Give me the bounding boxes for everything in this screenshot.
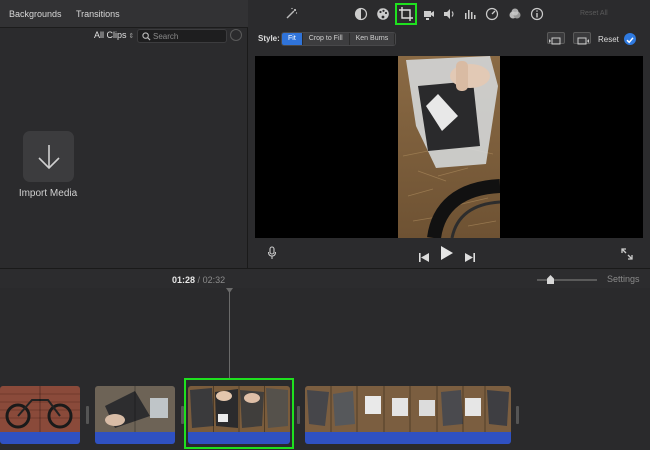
clip-gap-handle[interactable] <box>86 406 89 424</box>
stabilize-camera-icon[interactable] <box>422 7 436 21</box>
video-frame-image <box>398 56 500 238</box>
color-palette-icon[interactable] <box>376 7 390 21</box>
fullscreen-button[interactable] <box>621 247 633 265</box>
tab-backgrounds[interactable]: Backgrounds <box>9 9 62 19</box>
fullscreen-icon <box>621 248 633 260</box>
skip-forward-button[interactable] <box>465 249 475 267</box>
import-media-label: Import Media <box>18 188 78 199</box>
style-fit-button[interactable]: Fit <box>282 33 303 45</box>
rotate-left-button[interactable] <box>547 32 565 45</box>
clip-thumbnail-image <box>0 386 80 432</box>
adjustments-toolbar: Reset All <box>249 0 650 28</box>
crop-style-segmented-control: Fit Crop to Fill Ken Burns <box>281 32 397 46</box>
play-button[interactable] <box>441 246 453 265</box>
skip-back-icon <box>419 253 429 262</box>
skip-forward-icon <box>465 253 475 262</box>
volume-icon[interactable] <box>442 7 456 21</box>
selected-clip-highlight <box>184 378 294 449</box>
clip-thumbnail-image <box>305 386 511 432</box>
clip-gap-handle[interactable] <box>297 406 300 424</box>
style-ken-burns-button[interactable]: Ken Burns <box>349 33 396 45</box>
timeline-settings-button[interactable]: Settings <box>607 274 640 284</box>
clip-audio-waveform <box>0 432 80 444</box>
filter-icon[interactable] <box>508 7 522 21</box>
equalizer-icon[interactable] <box>463 7 477 21</box>
timeline-clip[interactable] <box>305 386 511 444</box>
checkmark-icon <box>626 37 634 44</box>
rotate-right-icon <box>577 37 589 45</box>
reset-button[interactable]: Reset <box>598 35 619 44</box>
total-time: 02:32 <box>202 275 226 285</box>
viewer-panel: Reset All Style: Fit Crop to Fill Ken Bu… <box>249 0 650 268</box>
chevron-updown-icon: ⇕ <box>128 33 135 40</box>
current-time: 01:28 <box>172 275 196 285</box>
crop-icon[interactable] <box>395 3 417 25</box>
color-balance-icon[interactable] <box>354 7 368 21</box>
arrow-down-icon <box>38 145 60 170</box>
microphone-button[interactable] <box>267 246 277 260</box>
timeline-clip[interactable] <box>95 386 175 444</box>
playhead[interactable] <box>229 288 230 378</box>
media-browser-panel: Backgrounds Transitions All Clips⇕ Impor… <box>0 0 248 268</box>
search-icon <box>142 32 151 41</box>
time-separator: / <box>197 275 201 285</box>
rotate-left-icon <box>549 37 561 45</box>
clip-filter-label: All Clips <box>94 30 127 40</box>
apply-checkmark-button[interactable] <box>624 33 636 45</box>
skip-back-button[interactable] <box>419 249 429 267</box>
style-label: Style: <box>258 34 280 43</box>
clip-filter-dropdown[interactable]: All Clips ⇕ <box>94 30 134 40</box>
clip-thumbnails <box>0 386 80 432</box>
browser-tab-bar: Backgrounds Transitions <box>0 0 248 28</box>
style-crop-to-fill-button[interactable]: Crop to Fill <box>302 33 350 45</box>
timeline-clip[interactable] <box>0 386 80 444</box>
clip-audio-waveform <box>95 432 175 444</box>
clip-thumbnails <box>305 386 511 432</box>
import-media-button[interactable] <box>23 131 74 182</box>
filter-row: All Clips ⇕ <box>0 28 248 46</box>
timeline-area[interactable] <box>0 288 650 450</box>
play-icon <box>441 246 453 260</box>
video-frame <box>398 56 500 238</box>
clip-thumbnail-image <box>95 386 175 432</box>
clip-gap-handle[interactable] <box>516 406 519 424</box>
magic-wand-icon[interactable] <box>284 7 298 21</box>
speed-icon[interactable] <box>485 7 499 21</box>
search-field[interactable] <box>137 29 227 43</box>
zoom-slider[interactable] <box>537 275 597 284</box>
clip-audio-waveform <box>305 432 511 444</box>
timecode: 01:28 / 02:32 <box>172 275 225 285</box>
video-preview[interactable] <box>255 56 643 238</box>
microphone-icon <box>267 246 277 259</box>
info-icon[interactable] <box>530 7 544 21</box>
timeline-header: 01:28 / 02:32 Settings <box>0 268 650 288</box>
crop-style-row: Style: Fit Crop to Fill Ken Burns Reset <box>249 31 650 47</box>
tab-transitions[interactable]: Transitions <box>76 9 120 19</box>
zoom-slider-knob[interactable] <box>547 275 554 284</box>
search-input[interactable] <box>153 31 225 42</box>
rotate-right-button[interactable] <box>573 32 591 45</box>
clear-filter-button[interactable] <box>230 29 242 41</box>
clip-thumbnails <box>95 386 175 432</box>
reset-all-button[interactable]: Reset All <box>580 10 608 17</box>
